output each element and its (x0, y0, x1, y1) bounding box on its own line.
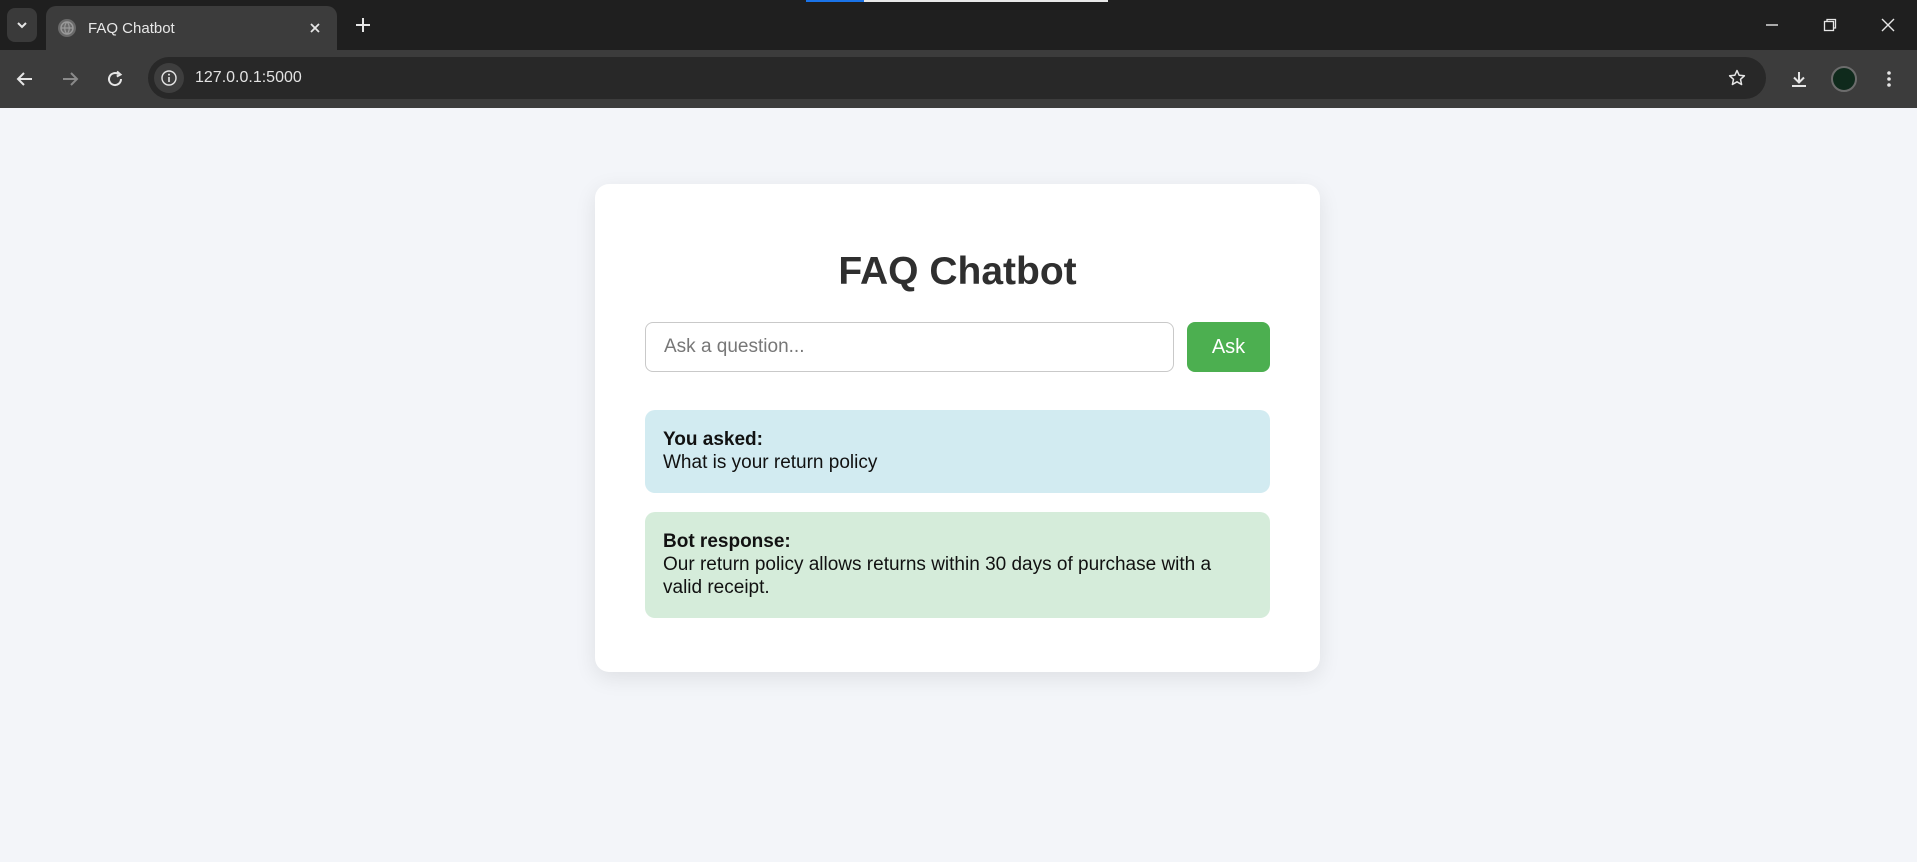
bot-response-text: Our return policy allows returns within … (663, 554, 1212, 598)
bot-response-bubble: Bot response: Our return policy allows r… (645, 512, 1270, 618)
tab-faq-chatbot[interactable]: FAQ Chatbot (46, 6, 337, 50)
reload-button[interactable] (100, 64, 130, 94)
browser-toolbar: 127.0.0.1:5000 (0, 50, 1917, 108)
page-title: FAQ Chatbot (838, 250, 1077, 293)
forward-button[interactable] (55, 64, 85, 94)
question-input[interactable] (645, 322, 1174, 372)
reload-icon (108, 70, 123, 87)
close-icon[interactable] (305, 18, 325, 38)
ask-button[interactable]: Ask (1187, 322, 1270, 372)
user-question-bubble: You asked: What is your return policy (645, 410, 1270, 493)
more-vertical-icon (1887, 71, 1891, 87)
profile-avatar (1831, 66, 1857, 92)
more-menu-button[interactable] (1874, 64, 1904, 94)
page-body: FAQ Chatbot Ask You asked: What is your … (0, 108, 1917, 862)
download-button[interactable] (1784, 64, 1814, 94)
chatbot-card: FAQ Chatbot Ask You asked: What is your … (595, 184, 1320, 672)
forward-arrow-icon (63, 72, 79, 86)
download-icon (1792, 72, 1806, 87)
restore-icon (1823, 18, 1837, 32)
tab-title: FAQ Chatbot (88, 19, 175, 37)
globe-icon (58, 19, 76, 37)
user-question-text: What is your return policy (663, 452, 878, 473)
close-window-icon (1881, 18, 1895, 32)
profile-button[interactable] (1829, 64, 1859, 94)
ask-form: Ask (645, 322, 1270, 372)
minimize-button[interactable] (1743, 0, 1801, 50)
restore-button[interactable] (1801, 0, 1859, 50)
progress-strip-fill (806, 0, 864, 2)
window-controls (1743, 0, 1917, 50)
chevron-down-icon (17, 22, 27, 29)
back-arrow-icon (16, 72, 32, 86)
close-window-button[interactable] (1859, 0, 1917, 50)
new-tab-button[interactable] (350, 12, 376, 38)
info-icon[interactable] (154, 63, 184, 93)
user-question-label: You asked: (663, 429, 763, 450)
back-button[interactable] (10, 64, 40, 94)
url-text[interactable]: 127.0.0.1:5000 (195, 69, 1722, 87)
plus-icon (356, 18, 370, 32)
tab-search-button[interactable] (7, 8, 37, 42)
star-icon[interactable] (1722, 63, 1752, 93)
browser-tab-bar: FAQ Chatbot (0, 0, 1917, 50)
address-bar[interactable]: 127.0.0.1:5000 (148, 57, 1766, 99)
minimize-icon (1766, 24, 1778, 26)
bot-response-label: Bot response: (663, 531, 791, 552)
